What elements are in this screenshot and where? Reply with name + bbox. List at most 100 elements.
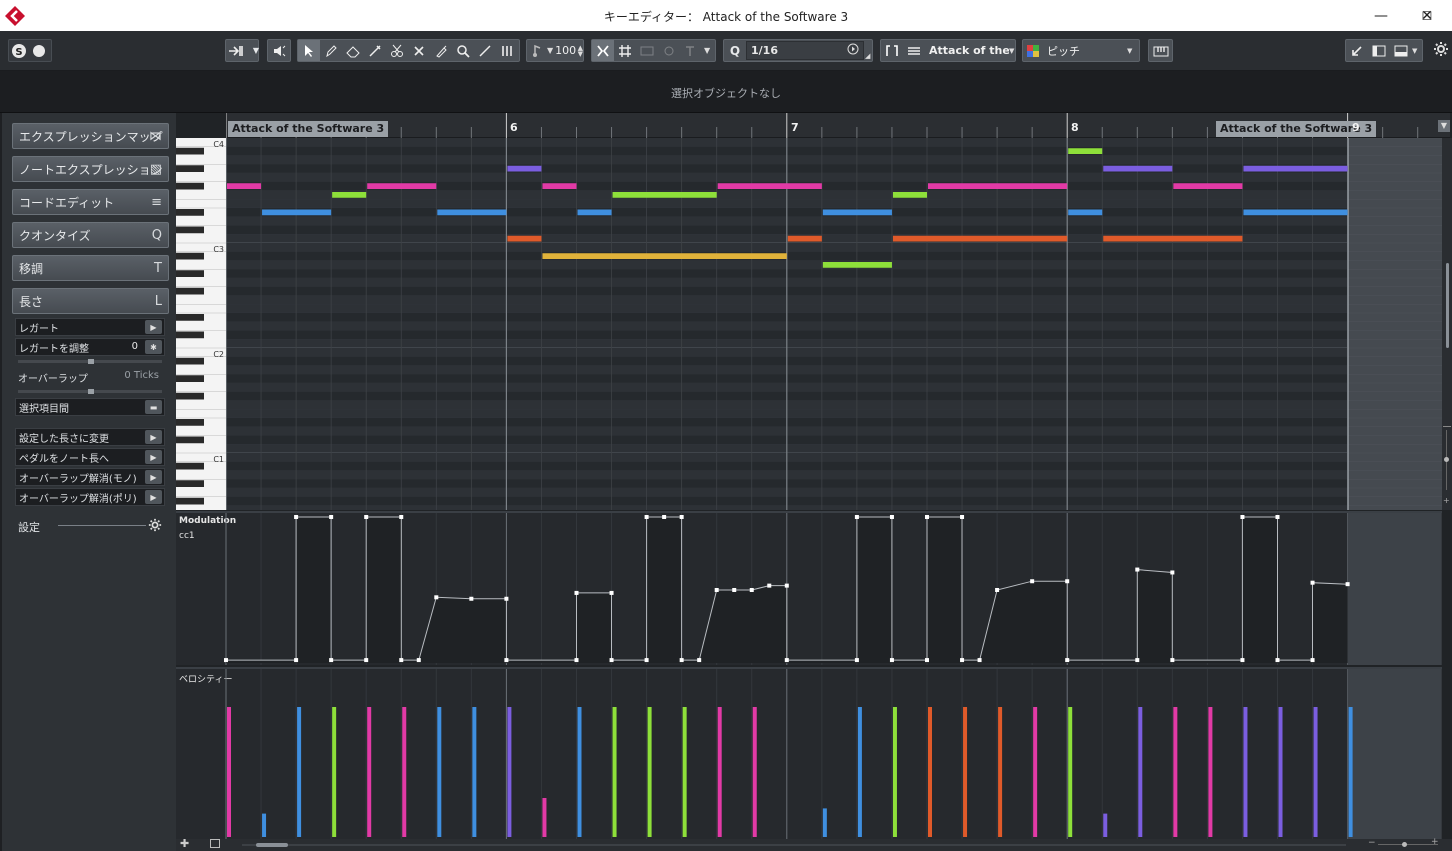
- velocity-bar: [402, 707, 407, 837]
- zoom-tool[interactable]: [452, 40, 474, 61]
- close-button[interactable]: ✕: [1404, 0, 1450, 31]
- section-note-expression[interactable]: ノートエクスプレッション ▧: [12, 156, 169, 182]
- legato-slider[interactable]: [18, 359, 162, 364]
- midi-note: [1103, 235, 1243, 242]
- part-dropdown-icon[interactable]: ▼: [1009, 47, 1014, 55]
- velocity-bar: [1103, 813, 1108, 837]
- snap-to-zero-button[interactable]: [680, 40, 700, 61]
- section-chord-edit[interactable]: コードエディット ≡: [12, 189, 169, 215]
- zoom-out-icon[interactable]: −: [1368, 838, 1376, 848]
- modulation-curve[interactable]: [176, 513, 1442, 665]
- minus-icon[interactable]: ▬: [145, 400, 162, 414]
- solo-button[interactable]: S: [9, 40, 29, 61]
- controller-lane-velocity[interactable]: ベロシティー: [176, 667, 1442, 839]
- slider-thumb[interactable]: [88, 389, 94, 394]
- autoscroll-button[interactable]: [226, 40, 246, 61]
- draw-tool[interactable]: [320, 40, 342, 61]
- legato-adjust-value[interactable]: 0: [132, 341, 138, 352]
- part-list-button[interactable]: [903, 40, 925, 61]
- mute-tool[interactable]: [408, 40, 430, 61]
- play-arrow-icon[interactable]: ▶: [145, 470, 162, 484]
- cc-point: [732, 588, 737, 592]
- autoscroll-dropdown[interactable]: ▼: [246, 40, 266, 61]
- overlap-row[interactable]: オーバーラップ 0 Ticks: [15, 368, 165, 386]
- horizontal-scrollbar[interactable]: [242, 843, 1346, 847]
- record-button[interactable]: [29, 40, 49, 61]
- ruler[interactable]: Attack of the Software 3 6 7 8 Attack of…: [226, 113, 1450, 138]
- part-start-label[interactable]: Attack of the Software 3: [228, 121, 389, 137]
- add-lane-button[interactable]: ✚: [180, 837, 189, 850]
- show-inspector-button[interactable]: [1368, 40, 1390, 61]
- quantize-q-icon[interactable]: Q: [724, 40, 746, 61]
- iterative-quantize-button[interactable]: [636, 40, 658, 61]
- drumstick-tool[interactable]: [496, 40, 518, 61]
- acoustic-feedback-button[interactable]: [268, 40, 290, 61]
- toolbar-settings-button[interactable]: [1433, 41, 1449, 60]
- loop-button[interactable]: [658, 40, 680, 61]
- zoom-minus-icon[interactable]: [1443, 426, 1451, 427]
- cc-point: [364, 658, 369, 663]
- part-name[interactable]: Attack of the S: [925, 44, 1009, 57]
- section-expression-map[interactable]: エクスプレッションマップ ⋈: [12, 123, 169, 149]
- settings-button[interactable]: [148, 518, 162, 535]
- play-arrow-icon[interactable]: ▶: [145, 490, 162, 504]
- layout-dropdown-icon[interactable]: ▼: [1412, 47, 1417, 55]
- lane-preset-button[interactable]: [210, 839, 220, 848]
- zoom-plus-icon[interactable]: +: [1443, 496, 1450, 505]
- color-dropdown-icon[interactable]: ▼: [1127, 47, 1132, 55]
- gear-icon[interactable]: ✱: [145, 340, 162, 354]
- pedal-to-length-row[interactable]: ペダルをノート長へ ▶: [15, 448, 165, 466]
- black-key: [176, 357, 204, 365]
- note-grid[interactable]: [226, 138, 1348, 510]
- snap-button[interactable]: [592, 40, 614, 61]
- overlap-poly-row[interactable]: オーバーラップ解消(ポリ) ▶: [15, 488, 165, 506]
- zoom-thumb[interactable]: [1444, 457, 1449, 462]
- velocity-bar: [1033, 707, 1038, 837]
- glue-tool[interactable]: [430, 40, 452, 61]
- piano-keyboard[interactable]: C4 C3 C2 C1: [176, 138, 226, 510]
- note-display[interactable]: [226, 138, 1348, 510]
- line-tool[interactable]: [474, 40, 496, 61]
- play-arrow-icon[interactable]: ▶: [145, 450, 162, 464]
- scrollbar-thumb[interactable]: [1446, 263, 1449, 348]
- vertical-scrollbar[interactable]: +: [1442, 138, 1452, 510]
- set-length-row[interactable]: 設定した長さに変更 ▶: [15, 428, 165, 446]
- show-lower-zone-button[interactable]: [1390, 40, 1412, 61]
- acoustic-feedback-group: [267, 39, 291, 62]
- insert-velocity-value[interactable]: 100: [553, 44, 577, 57]
- step-input-button[interactable]: [1149, 40, 1172, 61]
- velocity-stepper-icon[interactable]: ▲ ▼: [578, 44, 583, 57]
- ruler-options-button[interactable]: ▼: [1438, 120, 1450, 132]
- color-mode-select[interactable]: ピッチ: [1043, 43, 1127, 59]
- section-quantize[interactable]: クオンタイズ Q: [12, 222, 169, 248]
- quantize-dropdown-icon[interactable]: ◢: [864, 42, 870, 60]
- section-length[interactable]: 長さ L: [12, 288, 169, 314]
- legato-adjust-row[interactable]: レガートを調整 0 ✱: [15, 338, 165, 356]
- overlap-value[interactable]: 0 Ticks: [124, 370, 159, 381]
- split-tool[interactable]: [386, 40, 408, 61]
- zoom-in-icon[interactable]: +: [1431, 837, 1439, 847]
- edit-active-part-button[interactable]: [881, 40, 903, 61]
- slider-thumb[interactable]: [88, 359, 94, 364]
- play-arrow-icon[interactable]: ▶: [145, 430, 162, 444]
- minimize-button[interactable]: —: [1358, 0, 1404, 31]
- trim-tool[interactable]: [364, 40, 386, 61]
- snap-dropdown-icon[interactable]: ▼: [700, 46, 710, 55]
- erase-tool[interactable]: [342, 40, 364, 61]
- expand-button[interactable]: [1346, 40, 1368, 61]
- cc-point: [416, 658, 421, 663]
- controller-lane-modulation[interactable]: Modulation cc1: [176, 511, 1442, 665]
- overlap-slider[interactable]: [18, 389, 162, 394]
- play-arrow-icon[interactable]: ▶: [145, 320, 162, 334]
- quantize-value-field[interactable]: 1/16: [746, 41, 864, 60]
- legato-row[interactable]: レガート ▶: [15, 318, 165, 336]
- object-select-tool[interactable]: [298, 40, 320, 61]
- h-zoom-track[interactable]: [1378, 844, 1438, 845]
- grid-type-button[interactable]: [614, 40, 636, 61]
- selected-range-row[interactable]: 選択項目間 ▬: [15, 398, 165, 416]
- section-transpose[interactable]: 移調 T: [12, 255, 169, 281]
- overlap-mono-row[interactable]: オーバーラップ解消(モノ) ▶: [15, 468, 165, 486]
- velocity-bars[interactable]: [176, 669, 1442, 839]
- h-zoom-thumb[interactable]: [1402, 842, 1407, 847]
- scrollbar-thumb[interactable]: [256, 843, 288, 847]
